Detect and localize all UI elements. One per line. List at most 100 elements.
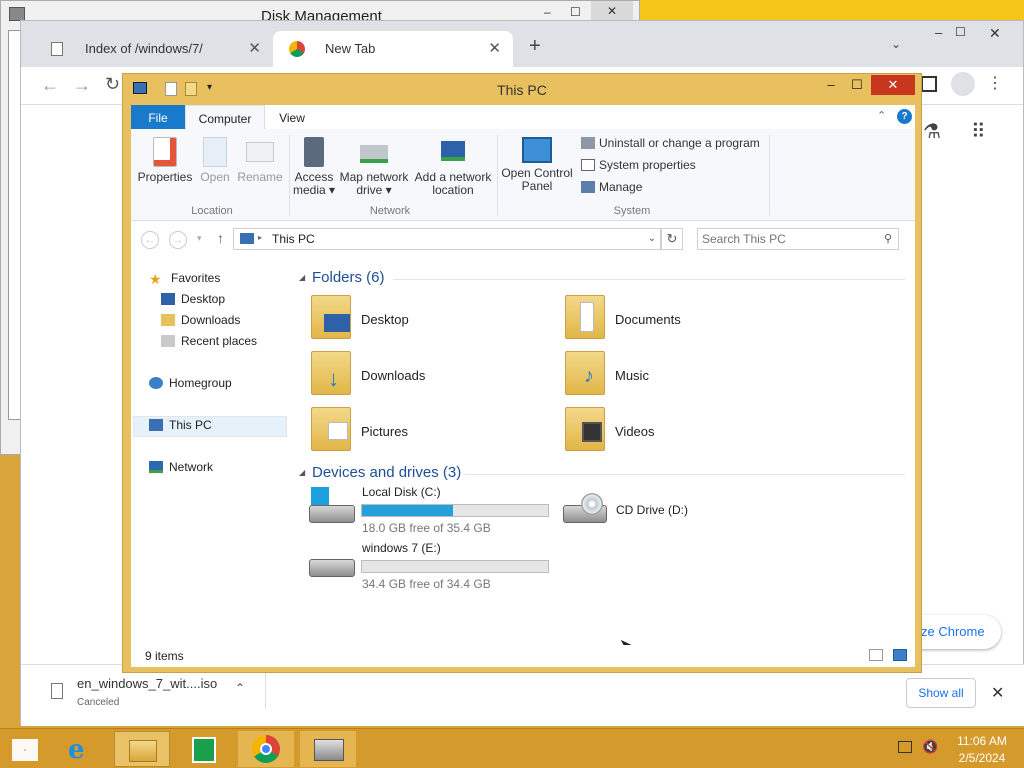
taskbar-explorer[interactable] bbox=[114, 731, 170, 767]
maximize-button[interactable]: ☐ bbox=[570, 5, 581, 19]
taskbar-chrome[interactable] bbox=[238, 731, 294, 767]
back-icon[interactable]: ← bbox=[141, 231, 159, 249]
start-button[interactable] bbox=[0, 731, 56, 767]
tab-computer[interactable]: Computer bbox=[185, 105, 265, 129]
open-button[interactable]: Open bbox=[197, 137, 233, 184]
nav-label: Network bbox=[169, 460, 214, 474]
uninstall-program-button[interactable]: Uninstall or change a program bbox=[581, 137, 760, 150]
details-view-icon[interactable] bbox=[869, 649, 883, 661]
minimize-button[interactable]: – bbox=[817, 77, 845, 97]
system-properties-button[interactable]: System properties bbox=[581, 159, 696, 172]
button-label: Open Control Panel bbox=[501, 166, 573, 193]
drive-usage-fill bbox=[362, 505, 454, 516]
folder-icon bbox=[565, 295, 605, 339]
menu-icon[interactable]: ⋮ bbox=[987, 73, 1003, 93]
clock-date[interactable]: 2/5/2024 bbox=[952, 751, 1012, 765]
chevron-right-icon[interactable]: ▸ bbox=[258, 233, 262, 242]
search-icon[interactable]: ⚲ bbox=[884, 232, 892, 245]
tab-view[interactable]: View bbox=[267, 105, 317, 129]
nav-this-pc[interactable]: This PC bbox=[149, 418, 212, 432]
search-input[interactable] bbox=[702, 231, 872, 247]
button-label: System properties bbox=[599, 158, 696, 172]
map-network-drive-button[interactable]: Map network drive ▾ bbox=[337, 137, 411, 197]
search-box[interactable]: ⚲ bbox=[697, 228, 899, 250]
forward-icon[interactable]: → bbox=[73, 75, 91, 96]
folder-videos[interactable]: Videos bbox=[565, 407, 805, 457]
properties-button[interactable]: Properties bbox=[137, 137, 193, 184]
explorer-content: ★ Favorites Desktop Downloads Recent plac… bbox=[131, 259, 915, 654]
drive-usage-bar bbox=[361, 560, 549, 573]
file-explorer-icon bbox=[129, 740, 157, 762]
drive-e[interactable]: windows 7 (E:) 34.4 GB free of 34.4 GB bbox=[309, 541, 559, 591]
close-button[interactable]: ✕ bbox=[871, 75, 915, 95]
access-media-button[interactable]: Access media ▾ bbox=[291, 137, 337, 197]
labs-icon[interactable]: ⚗ bbox=[923, 119, 941, 144]
nav-homegroup[interactable]: Homegroup bbox=[149, 376, 232, 390]
nav-network[interactable]: Network bbox=[149, 460, 213, 474]
nav-downloads[interactable]: Downloads bbox=[161, 313, 240, 327]
taskbar-store[interactable] bbox=[176, 731, 232, 767]
up-icon[interactable]: ↑ bbox=[217, 230, 224, 246]
back-icon[interactable]: ← bbox=[41, 75, 59, 96]
address-dropdown-icon[interactable]: ⌄ bbox=[648, 233, 656, 244]
large-icons-view-icon[interactable] bbox=[893, 649, 907, 661]
refresh-icon[interactable]: ↻ bbox=[661, 228, 683, 250]
close-tab-icon[interactable]: ✕ bbox=[488, 39, 501, 57]
tab-search-icon[interactable]: ⌄ bbox=[891, 37, 901, 51]
address-bar[interactable]: ▸ This PC ⌄ bbox=[233, 228, 661, 250]
show-all-button[interactable]: Show all bbox=[906, 678, 976, 708]
taskbar-ie[interactable]: e bbox=[54, 731, 110, 767]
tab-file[interactable]: File bbox=[131, 105, 185, 129]
add-network-location-button[interactable]: Add a network location bbox=[413, 137, 493, 197]
folder-documents[interactable]: Documents bbox=[565, 295, 805, 345]
folder-pictures[interactable]: Pictures bbox=[311, 407, 551, 457]
chrome-close-button[interactable]: ✕ bbox=[989, 25, 1001, 42]
sidepanel-icon[interactable] bbox=[921, 76, 937, 92]
divider bbox=[289, 135, 290, 215]
nav-recent-places[interactable]: Recent places bbox=[161, 334, 257, 348]
manage-button[interactable]: Manage bbox=[581, 181, 642, 194]
folder-music[interactable]: ♪ Music bbox=[565, 351, 805, 401]
volume-muted-icon[interactable]: 🔇 bbox=[922, 739, 938, 755]
apps-icon[interactable]: ⠿ bbox=[971, 119, 986, 144]
rename-button[interactable]: Rename bbox=[237, 137, 283, 184]
open-control-panel-button[interactable]: Open Control Panel bbox=[501, 137, 573, 193]
collapse-ribbon-icon[interactable]: ⌃ bbox=[877, 109, 886, 122]
chevron-up-icon[interactable]: ⌃ bbox=[235, 681, 245, 695]
reload-icon[interactable]: ↻ bbox=[105, 74, 120, 95]
folder-downloads[interactable]: ↓ Downloads bbox=[311, 351, 551, 401]
chrome-minimize-button[interactable]: – bbox=[935, 25, 942, 40]
profile-icon[interactable] bbox=[951, 72, 975, 96]
tab-strip: Index of /windows/7/ ✕ New Tab ✕ + ⌄ – ☐… bbox=[21, 21, 1023, 67]
close-tab-icon[interactable]: ✕ bbox=[248, 39, 261, 57]
clock-time[interactable]: 11:06 AM bbox=[952, 734, 1012, 748]
taskbar-disk-management[interactable] bbox=[300, 731, 356, 767]
nav-favorites[interactable]: ★ Favorites bbox=[149, 271, 220, 287]
close-button[interactable]: ✕ bbox=[591, 1, 633, 21]
tab-index[interactable]: Index of /windows/7/ ✕ bbox=[33, 31, 273, 67]
minimize-button[interactable]: – bbox=[544, 5, 551, 19]
folder-desktop[interactable]: Desktop bbox=[311, 295, 551, 345]
nav-label: Recent places bbox=[181, 334, 258, 348]
new-tab-button[interactable]: + bbox=[529, 35, 541, 58]
folders-header[interactable]: Folders (6) bbox=[312, 269, 385, 286]
forward-icon[interactable]: → bbox=[169, 231, 187, 249]
close-download-bar-icon[interactable]: ✕ bbox=[991, 683, 1004, 703]
manage-icon bbox=[581, 181, 595, 193]
desktop-strip bbox=[640, 0, 1024, 20]
drive-usage-bar bbox=[361, 504, 549, 517]
maximize-button[interactable]: ☐ bbox=[843, 77, 871, 97]
recent-locations-icon[interactable]: ▾ bbox=[197, 233, 202, 244]
download-filename[interactable]: en_windows_7_wit....iso bbox=[77, 676, 217, 691]
collapse-icon[interactable]: ◢ bbox=[299, 273, 305, 282]
help-icon[interactable]: ? bbox=[897, 109, 912, 124]
drive-free-space: 34.4 GB free of 34.4 GB bbox=[362, 577, 491, 591]
chrome-maximize-button[interactable]: ☐ bbox=[955, 25, 966, 39]
tab-new-tab[interactable]: New Tab ✕ bbox=[273, 31, 513, 67]
nav-desktop[interactable]: Desktop bbox=[161, 292, 225, 306]
drive-d[interactable]: CD Drive (D:) bbox=[563, 491, 763, 535]
collapse-icon[interactable]: ◢ bbox=[299, 468, 305, 477]
drive-c[interactable]: Local Disk (C:) 18.0 GB free of 35.4 GB bbox=[309, 485, 559, 535]
devices-header[interactable]: Devices and drives (3) bbox=[312, 464, 461, 481]
network-tray-icon[interactable] bbox=[898, 741, 912, 753]
